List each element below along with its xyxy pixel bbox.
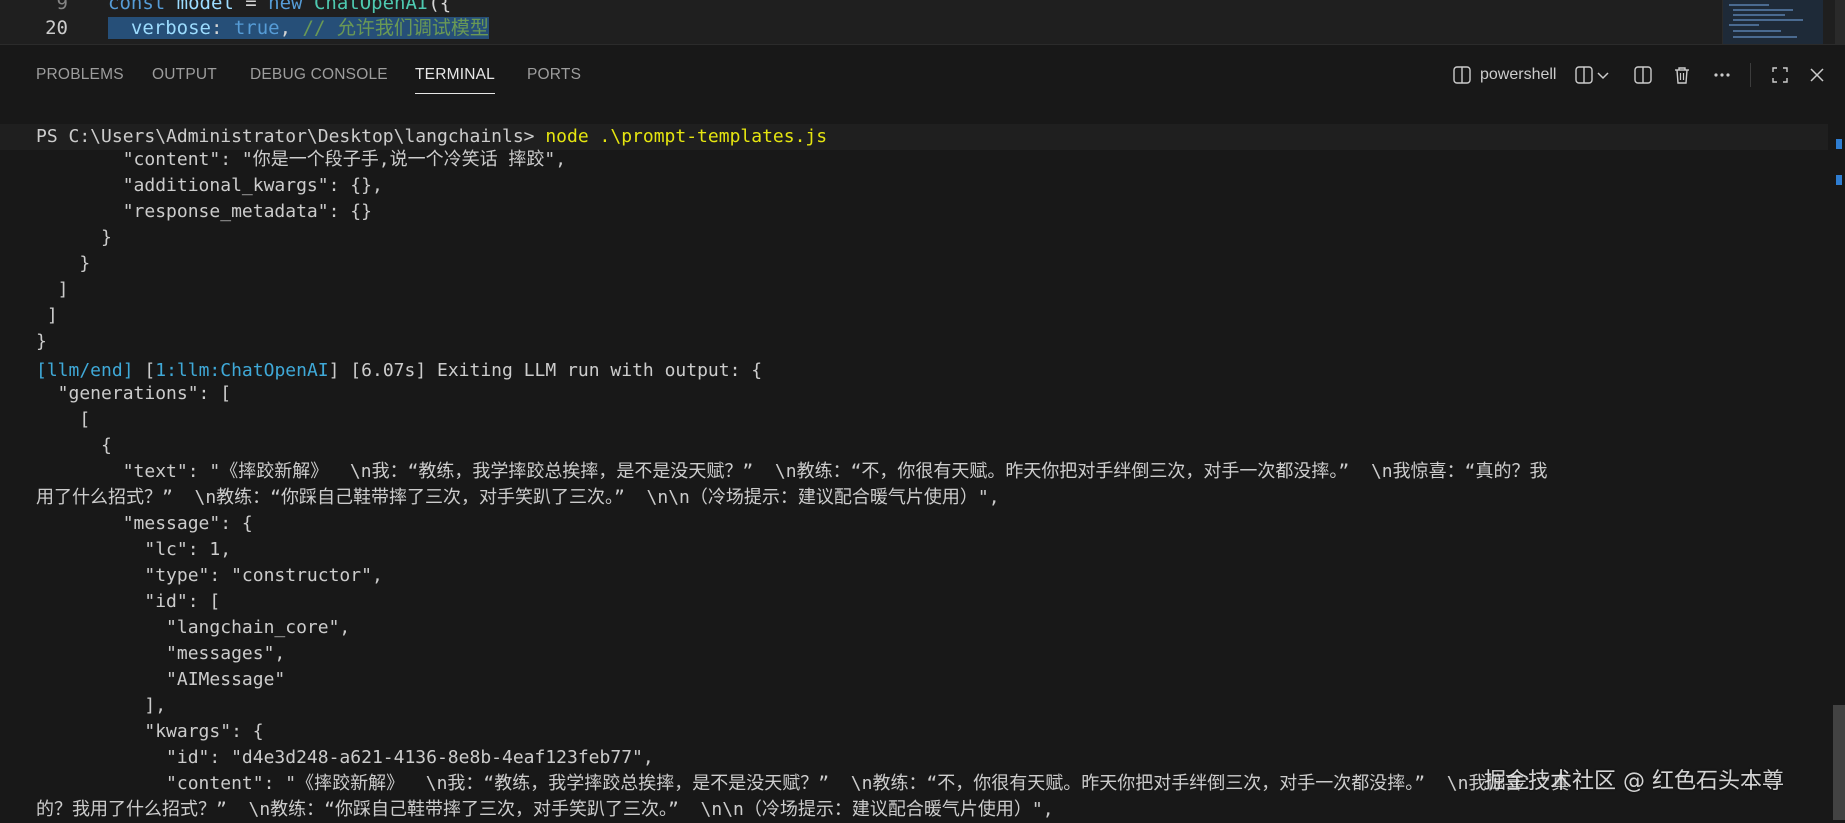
terminal-line: "id": [ <box>36 591 221 612</box>
trash-icon <box>1672 65 1692 85</box>
terminal-line: } <box>36 253 91 274</box>
code-token: , <box>279 17 303 39</box>
code-token: verbose <box>108 17 211 39</box>
line-number: 9 <box>56 0 68 14</box>
terminal-line: "messages", <box>36 643 286 664</box>
llm-end-line: [llm/end] [1:llm:ChatOpenAI] [6.07s] Exi… <box>36 358 762 384</box>
more-actions-button[interactable] <box>1712 61 1732 89</box>
terminal-line: ], <box>36 695 167 716</box>
minimap[interactable] <box>1722 0 1823 44</box>
terminal-line: "generations": [ <box>36 383 232 404</box>
code-token: new <box>268 0 314 14</box>
tab-debug-console[interactable]: DEBUG CONSOLE <box>250 62 388 88</box>
maximize-icon <box>1770 65 1790 85</box>
terminal-line: "kwargs": { <box>36 721 264 742</box>
terminal-line: "additional_kwargs": {}, <box>36 175 383 196</box>
terminal-line: "id": "d4e3d248-a621-4136-8e8b-4eaf123fe… <box>36 747 654 768</box>
code-token: // 允许我们调试模型 <box>302 17 489 39</box>
split-terminal-button[interactable] <box>1633 61 1653 89</box>
code-token: : <box>210 17 234 39</box>
tab-problems[interactable]: PROBLEMS <box>36 62 124 88</box>
command-text: node .\prompt-templates.js <box>545 126 828 147</box>
code-token: = <box>233 0 269 14</box>
split-icon <box>1574 65 1596 85</box>
split-terminal-dropdown-button[interactable] <box>1574 61 1610 89</box>
terminal-scrollbar[interactable] <box>1833 45 1845 820</box>
code-token: const <box>108 0 177 14</box>
code-token: true <box>233 17 280 39</box>
terminal-line: "content": "你是一个段子手,说一个冷笑话 摔跤", <box>36 149 567 170</box>
terminal-line: } <box>36 331 47 352</box>
tab-ports[interactable]: PORTS <box>527 62 581 88</box>
terminal-selector[interactable]: powershell <box>1452 61 1556 89</box>
terminal-line: "message": { <box>36 513 253 534</box>
panel-tabs: PROBLEMS OUTPUT DEBUG CONSOLE TERMINAL P… <box>0 45 1845 101</box>
terminal-line: ] <box>36 279 69 300</box>
llm-end-tag: [llm/end] <box>36 360 134 381</box>
line-number: 20 <box>45 17 68 39</box>
terminal-line: "content": "《摔跤新解》 \n我：“教练，我学摔跤总挨摔，是不是没天… <box>36 773 1570 794</box>
terminal-line: "response_metadata": {} <box>36 201 372 222</box>
kill-terminal-button[interactable] <box>1672 61 1692 89</box>
terminal-output[interactable]: PS C:\Users\Administrator\Desktop\langch… <box>0 124 1828 820</box>
code-token: ({ <box>428 0 452 14</box>
editor-scrollbar[interactable] <box>1835 0 1845 44</box>
toolbar-divider <box>1750 63 1751 87</box>
code-token: ChatOpenAI <box>313 0 429 14</box>
terminal-line: 用了什么招式？” \n教练：“你踩自己鞋带摔了三次，对手笑趴了三次。” \n\n… <box>36 487 1000 508</box>
prompt-text: PS C:\Users\Administrator\Desktop\langch… <box>36 126 546 147</box>
editor-line[interactable]: 9 const model = new ChatOpenAI({ <box>0 0 452 16</box>
terminal-line: { <box>36 435 112 456</box>
chevron-down-icon <box>1596 68 1610 82</box>
code-text: const model = new ChatOpenAI({ <box>108 0 451 14</box>
terminal-line: ] <box>36 305 58 326</box>
editor-line[interactable]: 20 verbose: true, // 允许我们调试模型 <box>0 15 489 41</box>
code-text: verbose: true, // 允许我们调试模型 <box>108 17 489 39</box>
terminal-line: [ <box>36 409 91 430</box>
tab-output[interactable]: OUTPUT <box>152 62 217 88</box>
close-panel-button[interactable] <box>1808 61 1826 89</box>
terminal-line: "text": "《摔跤新解》 \n我：“教练，我学摔跤总挨摔，是不是没天赋？”… <box>36 461 1548 482</box>
terminal-line: } <box>36 227 112 248</box>
terminal-line: "lc": 1, <box>36 539 232 560</box>
terminal-line: "AIMessage" <box>36 669 286 690</box>
terminal-name: powershell <box>1480 66 1557 83</box>
code-editor[interactable]: 9 const model = new ChatOpenAI({ 20 verbo… <box>0 0 1845 44</box>
terminal-line: 的？我用了什么招式？” \n教练：“你踩自己鞋带摔了三次，对手笑趴了三次。” \… <box>36 799 1054 820</box>
split-editor-icon <box>1633 65 1653 85</box>
terminal-panel-icon <box>1452 65 1472 85</box>
ellipsis-icon <box>1712 65 1732 85</box>
terminal-line: "langchain_core", <box>36 617 351 638</box>
terminal-line: "type": "constructor", <box>36 565 383 586</box>
watermark: 掘金技术社区 @ 红色石头本尊 <box>1484 769 1784 794</box>
close-icon <box>1808 66 1826 84</box>
maximize-panel-button[interactable] <box>1770 61 1790 89</box>
llm-run-id: [1:llm:ChatOpenAI] <box>144 360 340 381</box>
bottom-panel: PROBLEMS OUTPUT DEBUG CONSOLE TERMINAL P… <box>0 44 1845 820</box>
llm-end-message: [6.07s] Exiting LLM run with output: { <box>339 360 763 381</box>
code-token: model <box>176 0 234 14</box>
tab-terminal[interactable]: TERMINAL <box>415 62 495 94</box>
